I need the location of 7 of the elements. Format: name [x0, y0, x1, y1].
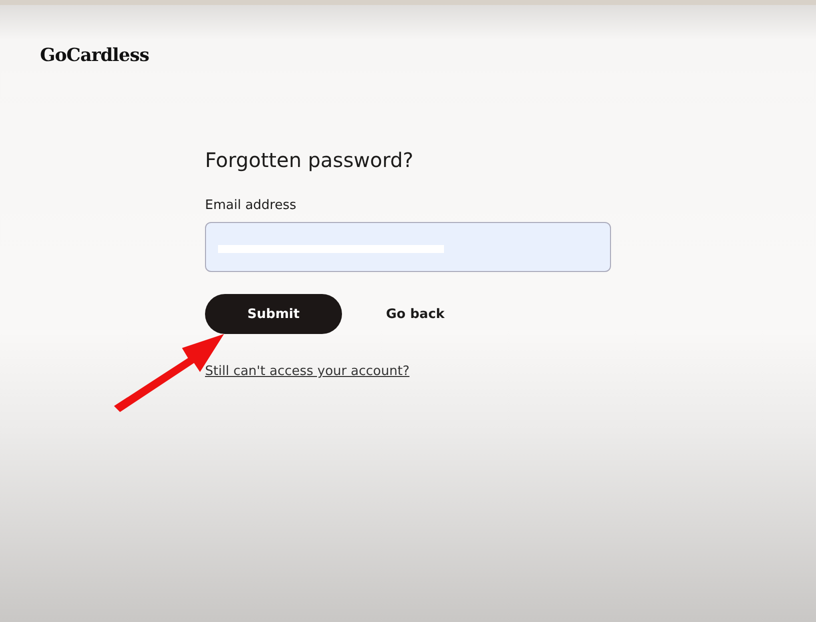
logo: GoCardless: [40, 45, 149, 66]
back-link[interactable]: Go back: [386, 306, 445, 322]
submit-button[interactable]: Submit: [205, 294, 342, 334]
email-field[interactable]: [205, 222, 611, 272]
field-label: Email address: [205, 198, 298, 213]
help-link[interactable]: Still can't access your account?: [205, 364, 410, 379]
page-title: Forgotten password?: [205, 148, 414, 172]
